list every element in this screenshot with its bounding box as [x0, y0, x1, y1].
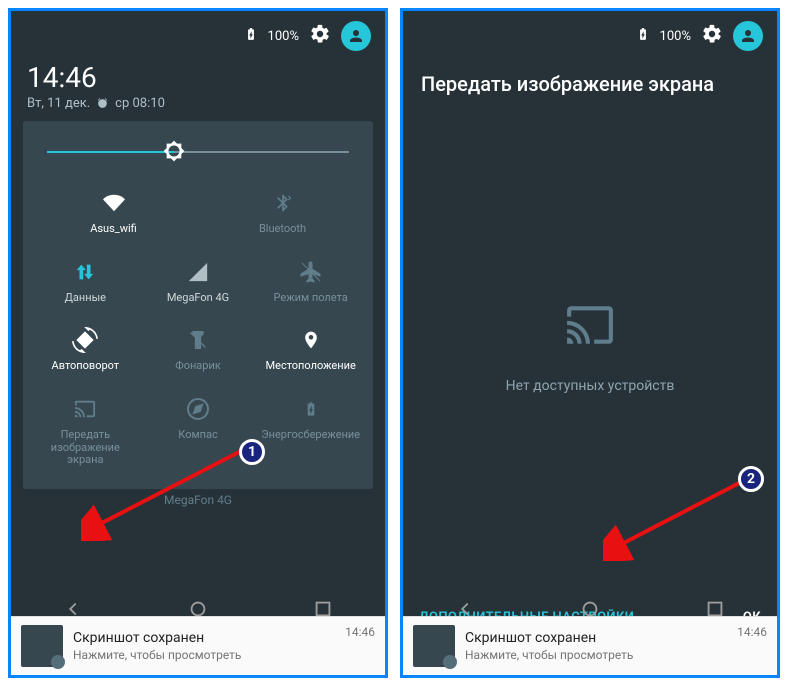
status-bar: 100%	[11, 11, 385, 57]
notification-subtitle: Нажмите, чтобы просмотреть	[73, 648, 335, 662]
cast-large-icon	[560, 300, 620, 350]
settings-gear-icon[interactable]	[701, 23, 723, 49]
flashlight-off-icon	[188, 327, 208, 353]
tile-airplane[interactable]: Режим полета	[254, 248, 367, 317]
date-text: Вт, 11 дек.	[27, 96, 90, 111]
clock-time: 14:46	[27, 61, 369, 94]
brightness-icon	[163, 140, 185, 162]
status-bar: 100%	[403, 11, 777, 57]
cast-screen-title: Передать изображение экрана	[403, 57, 777, 97]
tile-data[interactable]: Данные	[29, 248, 142, 317]
settings-gear-icon[interactable]	[309, 23, 331, 49]
tile-flashlight[interactable]: Фонарик	[142, 316, 255, 385]
cast-icon	[72, 398, 98, 420]
notification-time: 14:46	[345, 625, 375, 639]
notification-card[interactable]: Скриншот сохранен Нажмите, чтобы просмот…	[403, 616, 777, 675]
tile-compass[interactable]: Компас	[142, 385, 255, 479]
signal-icon	[187, 261, 209, 283]
phone-left-screenshot: 100% 14:46 Вт, 11 дек. ср 08:10	[8, 8, 388, 678]
notification-subtitle: Нажмите, чтобы просмотреть	[465, 648, 727, 662]
bluetooth-off-icon	[273, 191, 293, 215]
annotation-badge-1: 1	[239, 439, 265, 465]
tile-location[interactable]: Местоположение	[254, 316, 367, 385]
cast-empty-state: Нет доступных устройств	[403, 97, 777, 596]
battery-percent: 100%	[268, 29, 299, 44]
compass-icon	[186, 397, 210, 421]
battery-percent: 100%	[660, 29, 691, 44]
alarm-icon	[96, 97, 109, 110]
notification-time: 14:46	[737, 625, 767, 639]
phone-right-screenshot: 100% Передать изображение экрана Нет дос…	[400, 8, 780, 678]
time-block: 14:46 Вт, 11 дек. ср 08:10	[11, 57, 385, 121]
notification-title: Скриншот сохранен	[465, 630, 727, 646]
data-arrows-icon	[74, 260, 96, 284]
tile-signal[interactable]: MegaFon 4G	[142, 248, 255, 317]
alarm-text: ср 08:10	[115, 96, 165, 111]
tile-cast[interactable]: Передать изображение экрана	[29, 385, 142, 479]
carrier-label: MegaFon 4G	[11, 489, 385, 511]
battery-bolt-icon	[244, 25, 258, 47]
wifi-icon	[101, 192, 127, 214]
battery-saver-icon	[303, 397, 319, 421]
notification-title: Скриншот сохранен	[73, 630, 335, 646]
user-avatar-icon[interactable]	[733, 21, 763, 51]
tile-battery-saver[interactable]: Энергосбережение	[254, 385, 367, 479]
annotation-badge-2: 2	[738, 466, 764, 492]
tile-autorotate[interactable]: Автоповорот	[29, 316, 142, 385]
user-avatar-icon[interactable]	[341, 21, 371, 51]
airplane-off-icon	[299, 260, 323, 284]
autorotate-icon	[72, 327, 98, 353]
tile-wifi[interactable]: Asus_wifi	[29, 179, 198, 248]
notification-thumbnail	[413, 625, 455, 667]
location-icon	[301, 327, 321, 353]
brightness-slider[interactable]	[47, 139, 349, 163]
quick-settings-panel: Asus_wifi Bluetooth Данные MegaFon 4G	[23, 121, 373, 489]
notification-card[interactable]: Скриншот сохранен Нажмите, чтобы просмот…	[11, 616, 385, 675]
tile-bluetooth[interactable]: Bluetooth	[198, 179, 367, 248]
notification-thumbnail	[21, 625, 63, 667]
battery-bolt-icon	[636, 25, 650, 47]
no-devices-text: Нет доступных устройств	[506, 378, 675, 394]
